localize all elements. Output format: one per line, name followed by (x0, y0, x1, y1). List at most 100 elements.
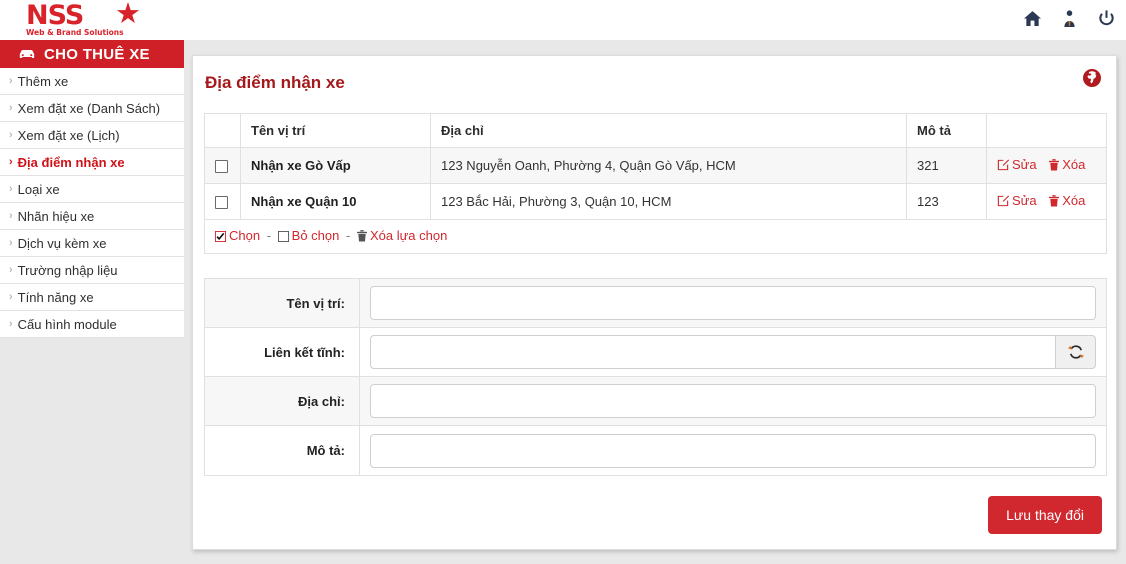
bulk-separator: - (346, 228, 351, 243)
table-row: Nhận xe Quận 10 123 Bắc Hải, Phường 3, Q… (204, 183, 1107, 220)
table-header-row: Tên vị trí Địa chỉ Mô tả (204, 113, 1107, 148)
delete-selected-button[interactable]: Xóa lựa chọn (356, 228, 447, 245)
row-select-cell (204, 147, 241, 184)
sidebar-item-them-xe[interactable]: › Thêm xe (0, 68, 184, 95)
car-icon (18, 48, 36, 60)
bulk-separator: - (266, 228, 272, 243)
edit-row-button[interactable]: Sửa (997, 193, 1037, 208)
power-icon[interactable] (1096, 8, 1116, 28)
trash-icon (1049, 195, 1060, 210)
locations-table-wrap: Tên vị trí Địa chỉ Mô tả Nhận xe Gò Vấp … (204, 113, 1107, 254)
column-header-name: Tên vị trí (240, 113, 431, 148)
brand-logo[interactable]: NSS ★ Web & Brand Solutions (26, 0, 141, 39)
field-wrap-description (360, 433, 1106, 468)
dia-chi-input[interactable] (370, 384, 1096, 418)
sidebar-item-xem-dat-xe-danh-sach[interactable]: › Xem đặt xe (Danh Sách) (0, 95, 184, 122)
sidebar-item-label: Dịch vụ kèm xe (17, 235, 107, 251)
refresh-icon[interactable] (1055, 335, 1096, 369)
sidebar-item-label: Loại xe (17, 181, 60, 197)
select-all-label: Chọn (229, 228, 261, 243)
column-header-description: Mô tả (906, 113, 987, 148)
cell-address: 123 Bắc Hải, Phường 3, Quận 10, HCM (430, 183, 907, 220)
field-wrap-address (360, 384, 1106, 418)
label-mo-ta: Mô tả: (205, 426, 360, 475)
form-row-name: Tên vị trí: (205, 279, 1106, 328)
sidebar-item-label: Cấu hình module (17, 316, 117, 332)
chevron-right-icon: › (9, 156, 13, 168)
form-row-description: Mô tả: (205, 426, 1106, 475)
delete-row-label: Xóa (1062, 157, 1086, 172)
input-group-link (370, 335, 1096, 369)
field-wrap-name (360, 286, 1106, 320)
chevron-right-icon: › (9, 210, 13, 222)
pencil-square-icon (997, 195, 1010, 210)
column-header-select (204, 113, 241, 148)
row-checkbox[interactable] (215, 196, 228, 210)
select-all-button[interactable]: Chọn (215, 228, 260, 243)
sidebar-item-truong-nhap-lieu[interactable]: › Trường nhập liệu (0, 257, 184, 284)
main-panel: Địa điểm nhận xe Tên vị trí Địa chỉ Mô t… (192, 55, 1117, 550)
star-icon: ★ (115, 0, 141, 30)
table-body: Nhận xe Gò Vấp 123 Nguyễn Oanh, Phường 4… (204, 147, 1107, 220)
home-icon[interactable] (1022, 8, 1042, 28)
cell-name: Nhận xe Quận 10 (240, 183, 431, 220)
lien-ket-tinh-input[interactable] (370, 335, 1056, 369)
sidebar-item-xem-dat-xe-lich[interactable]: › Xem đặt xe (Lịch) (0, 122, 184, 149)
cell-address: 123 Nguyễn Oanh, Phường 4, Quận Gò Vấp, … (430, 147, 907, 184)
chevron-right-icon: › (9, 291, 13, 303)
sidebar-item-dich-vu-kem-xe[interactable]: › Dịch vụ kèm xe (0, 230, 184, 257)
sidebar-item-label: Địa điểm nhận xe (17, 154, 125, 170)
pencil-square-icon (997, 159, 1010, 174)
cell-name: Nhận xe Gò Vấp (240, 147, 431, 184)
sidebar-item-nhan-hieu-xe[interactable]: › Nhãn hiệu xe (0, 203, 184, 230)
delete-row-button[interactable]: Xóa (1049, 193, 1085, 208)
sidebar-item-label: Xem đặt xe (Lịch) (17, 127, 120, 143)
field-wrap-link (360, 335, 1106, 369)
label-dia-chi: Địa chỉ: (205, 377, 360, 425)
table-head: Tên vị trí Địa chỉ Mô tả (204, 113, 1107, 148)
checkbox-checked-icon (215, 230, 226, 245)
sidebar-header: CHO THUÊ XE (0, 40, 184, 68)
edit-row-button[interactable]: Sửa (997, 157, 1037, 172)
sidebar-header-label: CHO THUÊ XE (44, 45, 150, 63)
label-ten-vi-tri: Tên vị trí: (205, 279, 360, 327)
delete-row-button[interactable]: Xóa (1049, 157, 1085, 172)
sidebar-item-label: Trường nhập liệu (17, 262, 118, 278)
trash-icon (356, 230, 367, 245)
table-bulk-actions: Chọn - Bỏ chọn - Xóa lựa chọn (204, 220, 1107, 254)
top-icon-group (1022, 8, 1116, 28)
globe-icon[interactable] (1082, 68, 1102, 88)
form-row-address: Địa chỉ: (205, 377, 1106, 426)
chevron-right-icon: › (9, 318, 13, 330)
chevron-right-icon: › (9, 264, 13, 276)
sidebar-menu: › Thêm xe › Xem đặt xe (Danh Sách) › Xem… (0, 68, 184, 338)
sidebar-item-tinh-nang-xe[interactable]: › Tính năng xe (0, 284, 184, 311)
label-lien-ket-tinh: Liên kết tĩnh: (205, 328, 360, 376)
ten-vi-tri-input[interactable] (370, 286, 1096, 320)
edit-row-label: Sửa (1012, 193, 1037, 208)
row-select-cell (204, 183, 241, 220)
top-header-bar: NSS ★ Web & Brand Solutions (0, 0, 1126, 40)
chevron-right-icon: › (9, 75, 13, 87)
column-header-actions (986, 113, 1107, 148)
deselect-all-label: Bỏ chọn (291, 228, 340, 243)
sidebar-item-cau-hinh-module[interactable]: › Cấu hình module (0, 311, 184, 338)
chevron-right-icon: › (9, 102, 13, 114)
edit-row-label: Sửa (1012, 157, 1037, 172)
chevron-right-icon: › (9, 183, 13, 195)
table-row: Nhận xe Gò Vấp 123 Nguyễn Oanh, Phường 4… (204, 147, 1107, 184)
sidebar-item-loai-xe[interactable]: › Loại xe (0, 176, 184, 203)
user-tie-icon[interactable] (1059, 8, 1079, 28)
deselect-all-button[interactable]: Bỏ chọn (277, 228, 340, 243)
form-row-link: Liên kết tĩnh: (205, 328, 1106, 377)
chevron-right-icon: › (9, 237, 13, 249)
mo-ta-input[interactable] (370, 433, 1096, 468)
sidebar: CHO THUÊ XE › Thêm xe › Xem đặt xe (Danh… (0, 40, 184, 338)
trash-icon (1049, 159, 1060, 174)
column-header-address: Địa chỉ (430, 113, 907, 148)
sidebar-item-label: Nhãn hiệu xe (17, 208, 95, 224)
locations-table: Tên vị trí Địa chỉ Mô tả Nhận xe Gò Vấp … (204, 113, 1107, 220)
row-checkbox[interactable] (215, 160, 228, 174)
sidebar-item-dia-diem-nhan-xe[interactable]: › Địa điểm nhận xe (0, 149, 184, 176)
save-button[interactable]: Lưu thay đổi (988, 496, 1102, 534)
